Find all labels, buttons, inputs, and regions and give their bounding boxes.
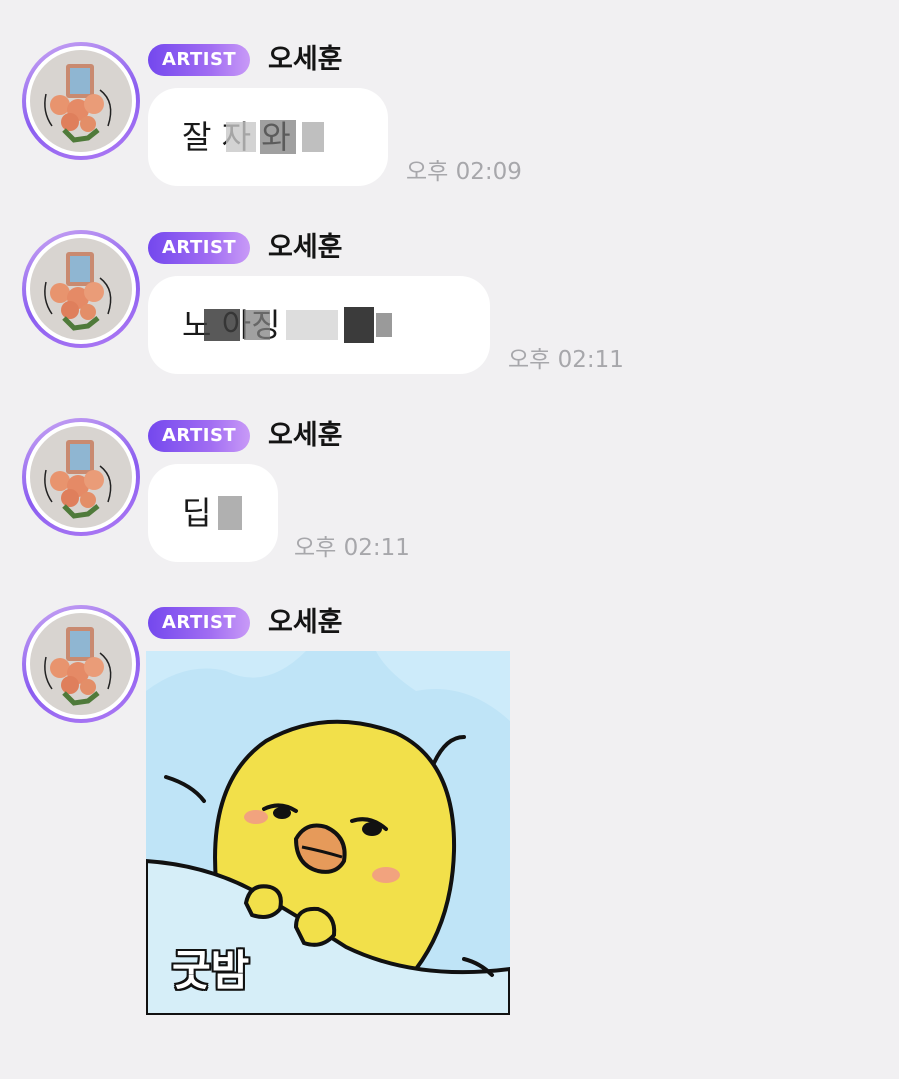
redaction-blur bbox=[204, 309, 240, 341]
artist-badge: ARTIST bbox=[148, 607, 251, 639]
message-bubble[interactable]: 잘 자 와 bbox=[148, 88, 388, 186]
artist-badge: ARTIST bbox=[148, 420, 251, 452]
redaction-blur bbox=[218, 496, 242, 530]
message-timestamp: 오후 02:09 bbox=[406, 159, 522, 185]
sender-name[interactable]: 오세훈 bbox=[268, 40, 343, 80]
sender-name[interactable]: 오세훈 bbox=[268, 603, 343, 643]
message-timestamp: 오후 02:11 bbox=[294, 535, 410, 561]
avatar[interactable] bbox=[22, 230, 140, 348]
redaction-blur bbox=[244, 310, 270, 340]
sender-name[interactable]: 오세훈 bbox=[268, 416, 343, 456]
redaction-blur bbox=[260, 120, 296, 154]
redaction-blur bbox=[344, 307, 374, 343]
message-bubble[interactable]: 노 아징 bbox=[148, 276, 490, 374]
sender-name[interactable]: 오세훈 bbox=[268, 228, 343, 268]
redaction-blur bbox=[286, 310, 338, 340]
redaction-blur bbox=[226, 122, 256, 152]
message-bubble[interactable]: 딥 bbox=[148, 464, 278, 562]
redaction-blur bbox=[376, 313, 392, 337]
avatar[interactable] bbox=[22, 605, 140, 723]
redaction-blur bbox=[302, 122, 324, 152]
avatar[interactable] bbox=[22, 42, 140, 160]
artist-badge: ARTIST bbox=[148, 232, 251, 264]
sticker-caption: 굿밤 bbox=[172, 946, 250, 995]
avatar[interactable] bbox=[22, 418, 140, 536]
message-text: 딥 bbox=[182, 494, 212, 532]
chick-sticker[interactable]: 굿밤 bbox=[146, 651, 510, 1015]
artist-badge: ARTIST bbox=[148, 44, 251, 76]
message-timestamp: 오후 02:11 bbox=[508, 347, 624, 373]
